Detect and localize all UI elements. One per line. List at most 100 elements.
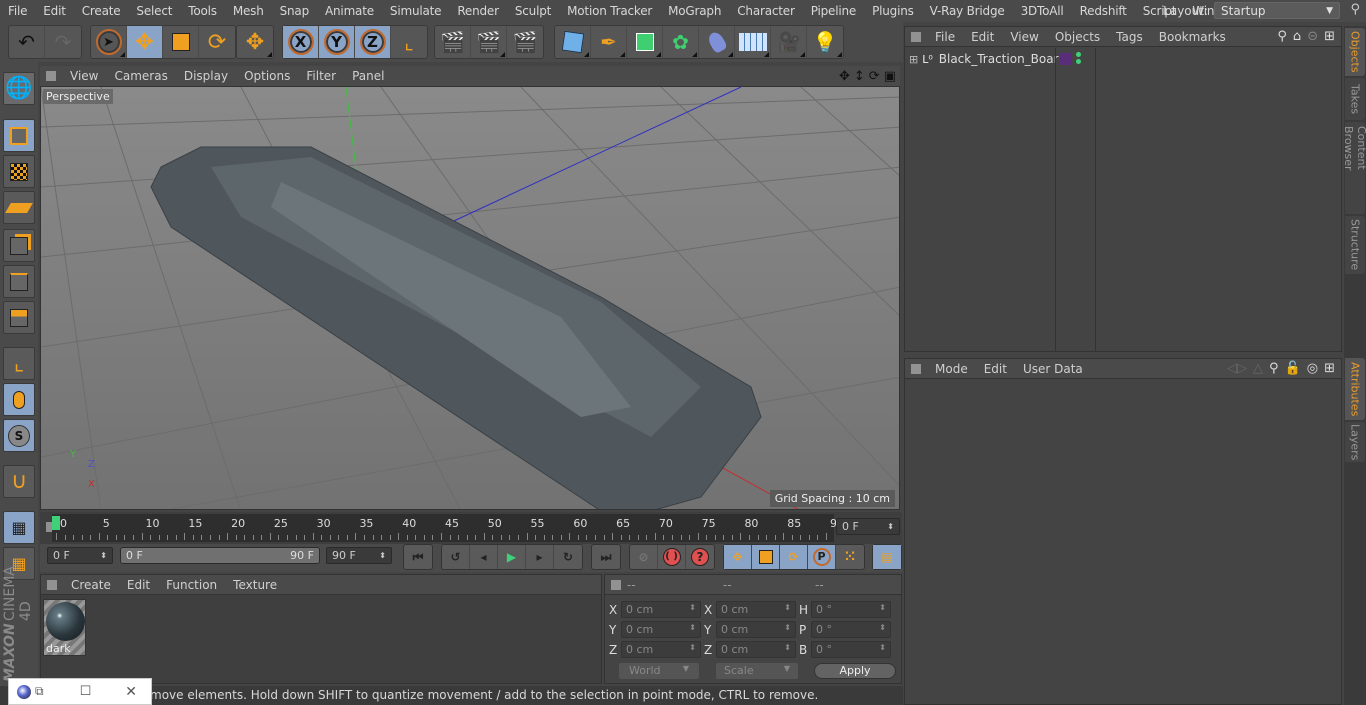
material-menu-create[interactable]: Create: [63, 578, 119, 592]
back-arrow-icon[interactable]: ◁▷: [1227, 361, 1247, 376]
spinner-icon[interactable]: ⬍: [784, 603, 791, 616]
spinner-icon[interactable]: ⬍: [887, 522, 894, 531]
end-frame-field[interactable]: 90 F ⬍: [326, 547, 392, 564]
viewport-menu-filter[interactable]: Filter: [298, 69, 344, 83]
menu-file[interactable]: File: [0, 4, 35, 18]
viewport-menu-panel[interactable]: Panel: [344, 69, 392, 83]
spinner-icon[interactable]: ⬍: [689, 623, 696, 636]
menu-edit[interactable]: Edit: [35, 4, 73, 18]
play-button[interactable]: ▶: [498, 545, 526, 569]
3d-viewport[interactable]: Perspective Y Z X Grid Spacing : 10 cm: [40, 86, 900, 510]
pan-view-icon[interactable]: ✥: [839, 69, 850, 84]
home-icon[interactable]: ⌂: [1293, 29, 1301, 44]
points-mode-button[interactable]: [3, 229, 35, 262]
current-frame-field[interactable]: 0 F ⬍: [836, 518, 900, 535]
layer-color-swatch[interactable]: [1059, 53, 1071, 65]
start-frame-field[interactable]: 0 F ⬍: [47, 547, 113, 564]
grip-icon[interactable]: [47, 579, 57, 590]
viewport-menu-view[interactable]: View: [62, 69, 106, 83]
next-key-button[interactable]: ↻: [554, 545, 582, 569]
x-axis-toggle[interactable]: X: [283, 26, 319, 58]
timeline-ruler[interactable]: 051015202530354045505560657075808590: [52, 514, 844, 542]
up-arrow-icon[interactable]: △: [1253, 361, 1263, 376]
material-swatch[interactable]: dark: [43, 599, 86, 656]
cloner-button[interactable]: ✿: [663, 26, 699, 58]
grip-icon[interactable]: [611, 579, 621, 590]
viewport-menu-display[interactable]: Display: [176, 69, 236, 83]
coord-size-field[interactable]: 0 cm ⬍: [716, 621, 796, 638]
search-icon[interactable]: ⚲: [1350, 2, 1360, 17]
search-icon[interactable]: ⚲: [1277, 29, 1287, 44]
axis-mode-button[interactable]: ⌞: [3, 347, 35, 380]
attr-menu-edit[interactable]: Edit: [976, 362, 1015, 376]
edges-mode-button[interactable]: [3, 265, 35, 298]
eye-icon[interactable]: ⊝: [1307, 29, 1318, 44]
subdivision-button[interactable]: [627, 26, 663, 58]
spinner-icon[interactable]: ⬍: [784, 643, 791, 656]
tab-layers[interactable]: Layers: [1345, 422, 1365, 462]
coord-space-dropdown[interactable]: World ▼: [619, 663, 699, 679]
orbit-view-icon[interactable]: ⟳: [869, 69, 880, 84]
texture-mode-button[interactable]: [3, 155, 35, 188]
material-menu-edit[interactable]: Edit: [119, 578, 158, 592]
key-rotation-button[interactable]: ⟳: [780, 545, 808, 569]
object-menu-edit[interactable]: Edit: [963, 30, 1002, 44]
timeline-window-button[interactable]: ▤: [873, 545, 901, 569]
z-axis-toggle[interactable]: Z: [355, 26, 391, 58]
frame-range-slider[interactable]: 0 F 90 F: [120, 547, 320, 564]
lock-workplane-button[interactable]: ▦: [3, 511, 35, 544]
object-menu-tags[interactable]: Tags: [1108, 30, 1151, 44]
menu-pipeline[interactable]: Pipeline: [803, 4, 864, 18]
recent-tool-button[interactable]: ✥: [237, 26, 273, 58]
spinner-icon[interactable]: ⬍: [784, 623, 791, 636]
coord-position-field[interactable]: 0 cm ⬍: [621, 621, 701, 638]
visibility-dots-icon[interactable]: [1076, 52, 1081, 57]
search-icon[interactable]: ⚲: [1269, 361, 1279, 376]
tab-takes[interactable]: Takes: [1345, 78, 1365, 120]
render-settings-button[interactable]: 🎬: [507, 26, 543, 58]
apply-button[interactable]: Apply: [814, 663, 896, 679]
material-menu-function[interactable]: Function: [158, 578, 225, 592]
spinner-icon[interactable]: ⬍: [879, 603, 886, 616]
menu-tools[interactable]: Tools: [180, 4, 225, 18]
menu-motion-tracker[interactable]: Motion Tracker: [559, 4, 660, 18]
coord-rotation-field[interactable]: 0 ° ⬍: [811, 601, 891, 618]
menu-3dtoall[interactable]: 3DToAll: [1013, 4, 1072, 18]
coordinate-system-button[interactable]: ⌞: [391, 26, 427, 58]
go-to-start-button[interactable]: ⏮: [404, 545, 432, 569]
zoom-view-icon[interactable]: ↕: [854, 69, 865, 84]
motion-path-button[interactable]: ⊘: [630, 545, 658, 569]
move-tool-button[interactable]: ✥: [127, 26, 163, 58]
attr-menu-user-data[interactable]: User Data: [1015, 362, 1091, 376]
tab-content-browser[interactable]: Content Browser: [1342, 122, 1366, 214]
menu-plugins[interactable]: Plugins: [864, 4, 922, 18]
layout-dropdown[interactable]: Startup ▼: [1214, 2, 1340, 19]
key-scale-button[interactable]: [752, 545, 780, 569]
spinner-icon[interactable]: ⬍: [379, 551, 386, 560]
prev-key-button[interactable]: ↺: [442, 545, 470, 569]
viewport-menu-options[interactable]: Options: [236, 69, 298, 83]
material-menu-texture[interactable]: Texture: [225, 578, 285, 592]
menu-mesh[interactable]: Mesh: [225, 4, 272, 18]
deformer-button[interactable]: [699, 26, 735, 58]
object-list-row[interactable]: ⊞ L⁰ Black_Traction_Board: [905, 49, 1341, 69]
render-picture-viewer-button[interactable]: 🎬: [471, 26, 507, 58]
magnet-button[interactable]: ∪: [3, 465, 35, 498]
grip-icon[interactable]: [911, 363, 921, 374]
spinner-icon[interactable]: ⬍: [879, 623, 886, 636]
camera-label[interactable]: Perspective: [43, 89, 113, 104]
spinner-icon[interactable]: ⬍: [100, 551, 107, 560]
model-mode-button[interactable]: [3, 119, 35, 152]
workplane-mode-button[interactable]: [3, 191, 35, 224]
menu-mograph[interactable]: MoGraph: [660, 4, 729, 18]
menu-simulate[interactable]: Simulate: [382, 4, 449, 18]
object-name[interactable]: Black_Traction_Board: [939, 52, 1066, 66]
prev-frame-button[interactable]: ◂: [470, 545, 498, 569]
coord-rotation-field[interactable]: 0 ° ⬍: [811, 641, 891, 658]
coord-position-field[interactable]: 0 cm ⬍: [621, 641, 701, 658]
menu-sculpt[interactable]: Sculpt: [507, 4, 559, 18]
spinner-icon[interactable]: ⬍: [689, 643, 696, 656]
key-pla-button[interactable]: ⁙: [836, 545, 864, 569]
tweak-mode-button[interactable]: [3, 383, 35, 416]
polygons-mode-button[interactable]: [3, 301, 35, 334]
